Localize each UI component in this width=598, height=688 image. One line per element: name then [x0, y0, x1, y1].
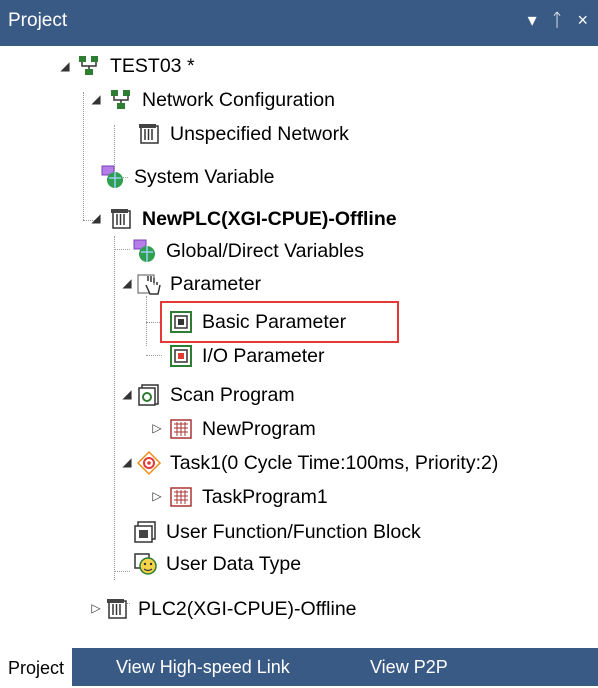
tree-node-io-parameter[interactable]: I/O Parameter	[168, 340, 324, 372]
expand-toggle[interactable]: ◢	[120, 276, 134, 290]
collapse-toggle[interactable]: ▷	[150, 421, 164, 435]
tree-node-label: Parameter	[170, 272, 262, 295]
scan-program-icon	[136, 382, 162, 408]
tree-node-label: NewProgram	[202, 417, 316, 440]
tree-node-label: PLC2(XGI-CPUE)-Offline	[138, 597, 357, 620]
tree-node-parameter[interactable]: Parameter	[136, 268, 261, 300]
tree-node-label: Scan Program	[170, 383, 295, 406]
tree-node-label: User Data Type	[166, 552, 302, 575]
tree-node-label: Basic Parameter	[202, 310, 347, 333]
project-tree: ◢ TEST03 * ◢ Network Configuration Unspe…	[0, 48, 598, 636]
bottom-tab-bar: Project View High-speed Link View P2P	[0, 648, 598, 688]
tree-node-label: Task1(0 Cycle Time:100ms, Priority:2)	[170, 451, 499, 474]
plc-module-icon	[136, 121, 162, 147]
expand-toggle[interactable]: ◢	[89, 211, 103, 225]
plc-module-icon	[108, 206, 134, 232]
basic-parameter-icon	[168, 309, 194, 335]
expand-toggle[interactable]: ◢	[58, 59, 72, 73]
tree-node-task-program1[interactable]: TaskProgram1	[168, 481, 328, 513]
function-block-icon	[132, 519, 158, 545]
tree-node-label: TEST03 *	[110, 54, 195, 77]
tree-node-label: TaskProgram1	[202, 485, 328, 508]
expand-toggle[interactable]: ◢	[89, 92, 103, 106]
network-icon	[108, 87, 134, 113]
expand-toggle[interactable]: ◢	[120, 387, 134, 401]
tree-node-label: I/O Parameter	[202, 344, 325, 367]
tree-node-plc1[interactable]: NewPLC(XGI-CPUE)-Offline	[108, 203, 397, 235]
tree-node-task1[interactable]: Task1(0 Cycle Time:100ms, Priority:2)	[136, 447, 498, 479]
tree-node-plc2[interactable]: PLC2(XGI-CPUE)-Offline	[104, 593, 357, 625]
panel-controls: ▾ ᛏ ×	[528, 10, 598, 31]
tree-node-label: Global/Direct Variables	[166, 239, 364, 262]
expand-toggle[interactable]: ◢	[120, 455, 134, 469]
tree-node-user-function-block[interactable]: User Function/Function Block	[132, 516, 421, 548]
network-icon	[76, 53, 102, 79]
tree-node-label: Unspecified Network	[170, 122, 349, 145]
global-variable-icon	[132, 238, 158, 264]
plc-module-icon	[104, 596, 130, 622]
user-data-type-icon	[132, 551, 158, 577]
tree-node-new-program[interactable]: NewProgram	[168, 413, 316, 445]
program-icon	[168, 416, 194, 442]
tree-node-root[interactable]: TEST03 *	[76, 50, 195, 82]
tree-node-user-data-type[interactable]: User Data Type	[132, 548, 301, 580]
tree-node-label: System Variable	[134, 165, 275, 188]
tree-node-system-variable[interactable]: System Variable	[100, 161, 275, 193]
tree-node-label: User Function/Function Block	[166, 520, 421, 543]
collapse-toggle[interactable]: ▷	[150, 489, 164, 503]
tree-node-basic-parameter[interactable]: Basic Parameter	[168, 306, 346, 338]
program-icon	[168, 484, 194, 510]
global-variable-icon	[100, 164, 126, 190]
collapse-toggle[interactable]: ▷	[89, 601, 103, 615]
panel-title-bar: Project ▾ ᛏ ×	[0, 0, 598, 46]
task-icon	[136, 450, 162, 476]
tab-view-high-speed-link[interactable]: View High-speed Link	[108, 648, 298, 686]
tree-node-global-direct-variables[interactable]: Global/Direct Variables	[132, 235, 364, 267]
tree-node-label: Network Configuration	[142, 88, 335, 111]
tab-view-p2p[interactable]: View P2P	[362, 648, 456, 686]
pin-icon[interactable]: ᛏ	[552, 10, 563, 31]
tree-node-unspecified-network[interactable]: Unspecified Network	[136, 118, 349, 150]
close-icon[interactable]: ×	[577, 10, 588, 31]
tree-node-scan-program[interactable]: Scan Program	[136, 379, 295, 411]
tree-node-network-configuration[interactable]: Network Configuration	[108, 84, 335, 116]
panel-title: Project	[8, 10, 68, 31]
tree-node-label: NewPLC(XGI-CPUE)-Offline	[142, 207, 397, 230]
tab-project[interactable]: Project	[0, 648, 73, 688]
parameter-hand-icon	[136, 271, 162, 297]
io-parameter-icon	[168, 343, 194, 369]
dropdown-icon[interactable]: ▾	[528, 10, 537, 31]
